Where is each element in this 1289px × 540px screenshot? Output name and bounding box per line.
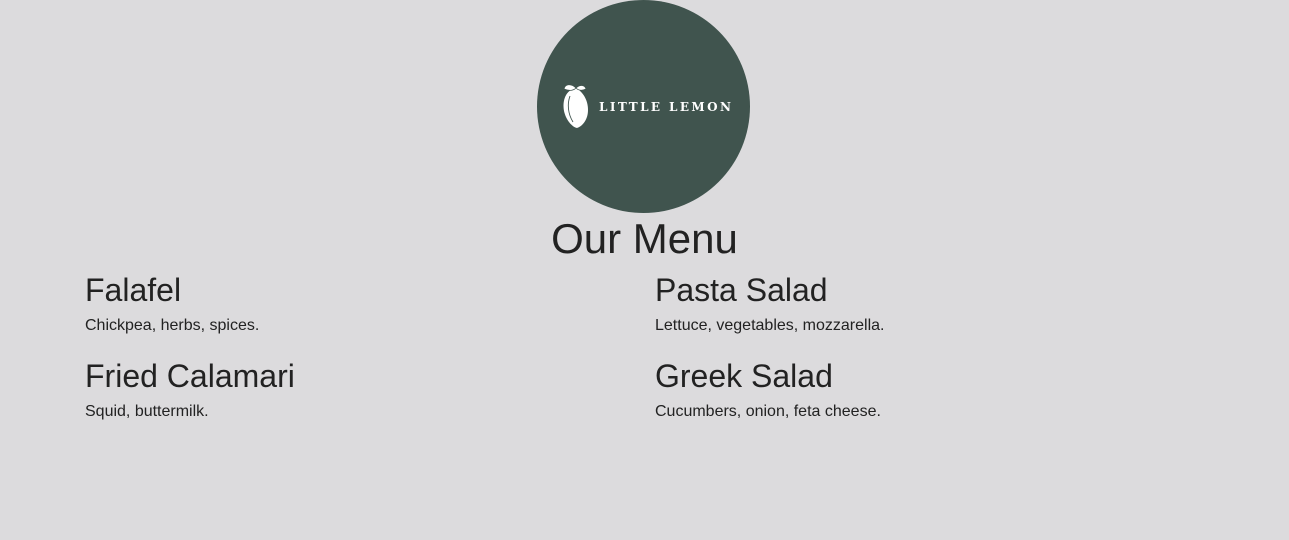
menu-item-name: Pasta Salad [655,272,828,308]
menu-item: Pasta Salad Lettuce, vegetables, mozzare… [655,270,1155,336]
page-title: Our Menu [551,215,738,262]
menu-item-name: Falafel [85,272,182,308]
menu-item-description: Squid, buttermilk. [85,403,209,420]
menu-item-description: Lettuce, vegetables, mozzarella. [655,317,885,334]
menu-item-description: Cucumbers, onion, feta cheese. [655,403,881,420]
menu-item: Greek Salad Cucumbers, onion, feta chees… [655,356,1155,422]
menu-item-name: Greek Salad [655,358,833,394]
menu-item-description: Chickpea, herbs, spices. [85,317,260,334]
menu-item: Falafel Chickpea, herbs, spices. [85,270,585,336]
brand-name: LITTLE LEMON [599,100,734,114]
menu-item-name: Fried Calamari [85,358,295,394]
menu-item: Fried Calamari Squid, buttermilk. [85,356,585,422]
lemon-icon [563,84,588,128]
logo: LITTLE LEMON [537,0,750,213]
